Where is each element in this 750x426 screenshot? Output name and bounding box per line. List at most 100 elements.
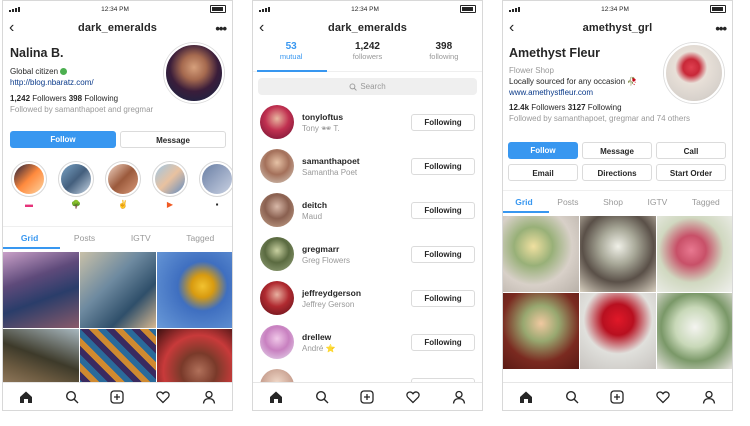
profile-icon[interactable] <box>702 390 716 404</box>
list-item[interactable]: deitch Maud Following <box>253 188 482 232</box>
followers-label[interactable]: Followers <box>32 94 66 103</box>
following-button[interactable]: Following <box>411 201 475 219</box>
highlight-item[interactable]: ▪ <box>195 161 232 210</box>
more-options-icon[interactable]: ••• <box>215 21 227 36</box>
display-name: Maud <box>302 211 323 221</box>
following-button[interactable]: Following <box>411 245 475 263</box>
home-icon[interactable] <box>519 390 533 404</box>
tab-igtv[interactable]: IGTV <box>131 233 151 243</box>
highlight-item[interactable]: ✌ <box>101 161 145 210</box>
highlight-item[interactable]: 🌳 <box>54 161 98 210</box>
back-icon[interactable]: ‹ <box>9 20 21 36</box>
follow-button[interactable]: Follow <box>10 131 116 148</box>
following-label[interactable]: Following <box>84 94 118 103</box>
avatar[interactable] <box>260 193 294 227</box>
tab-shop[interactable]: Shop <box>603 197 623 207</box>
back-icon[interactable]: ‹ <box>259 20 271 36</box>
tab-mutual[interactable]: 53 mutual <box>256 41 326 71</box>
username[interactable]: deitch <box>302 200 411 210</box>
profile-avatar[interactable] <box>664 43 724 103</box>
list-item[interactable]: samanthapoet Samantha Poet Following <box>253 144 482 188</box>
followers-label[interactable]: Followers <box>531 103 565 112</box>
search-icon[interactable] <box>65 390 79 404</box>
grid-photo[interactable] <box>657 293 732 369</box>
start-order-button[interactable]: Start Order <box>656 164 726 181</box>
avatar[interactable] <box>260 237 294 271</box>
followed-by-text[interactable]: Followed by samanthapoet and gregmar <box>10 104 160 115</box>
search-icon[interactable] <box>315 390 329 404</box>
followers-count[interactable]: 1,242 <box>10 94 30 103</box>
top-bar: ‹ amethyst_grl ••• <box>503 17 732 39</box>
home-icon[interactable] <box>269 390 283 404</box>
list-item[interactable]: gregmarr Greg Flowers Following <box>253 232 482 276</box>
highlight-item[interactable]: ▬ <box>7 161 51 210</box>
tab-tagged[interactable]: Tagged <box>186 233 214 243</box>
grid-photo[interactable] <box>580 293 656 369</box>
tab-posts[interactable]: Posts <box>74 233 95 243</box>
grid-photo[interactable] <box>503 293 579 369</box>
profile-icon[interactable] <box>202 390 216 404</box>
following-count[interactable]: 398 <box>69 94 82 103</box>
profile-avatar[interactable] <box>164 43 224 103</box>
followed-by-text[interactable]: Followed by samanthapoet, gregmar and 74… <box>509 113 690 124</box>
username[interactable]: gregmarr <box>302 244 411 254</box>
following-count[interactable]: 3127 <box>568 103 586 112</box>
more-options-icon[interactable]: ••• <box>715 21 727 36</box>
following-button[interactable]: Following <box>411 333 475 351</box>
profile-link[interactable]: www.amethystfleur.com <box>509 87 669 98</box>
add-post-icon[interactable] <box>610 389 625 404</box>
list-item[interactable]: drellew André ⭐ Following <box>253 320 482 364</box>
username[interactable]: drellew <box>302 332 411 342</box>
heart-icon[interactable] <box>156 390 171 404</box>
tab-posts[interactable]: Posts <box>557 197 578 207</box>
grid-photo[interactable] <box>503 216 579 292</box>
search-bar[interactable]: Search <box>258 78 477 95</box>
tab-igtv[interactable]: IGTV <box>647 197 667 207</box>
username[interactable]: tonyloftus <box>302 112 411 122</box>
username[interactable]: samanthapoet <box>302 156 411 166</box>
follow-button[interactable]: Follow <box>508 142 578 159</box>
heart-icon[interactable] <box>656 390 671 404</box>
status-time: 12:34 PM <box>601 5 629 13</box>
following-label[interactable]: Following <box>588 103 622 112</box>
search-icon[interactable] <box>565 390 579 404</box>
tab-followers[interactable]: 1,242 followers <box>332 41 402 71</box>
tab-tagged[interactable]: Tagged <box>692 197 720 207</box>
list-item[interactable]: jeffreydgerson Jeffrey Gerson Following <box>253 276 482 320</box>
home-icon[interactable] <box>19 390 33 404</box>
tab-grid[interactable]: Grid <box>515 197 532 207</box>
username[interactable]: jeffreydgerson <box>302 288 411 298</box>
profile-name: Amethyst Fleur <box>509 46 600 60</box>
avatar[interactable] <box>260 105 294 139</box>
tab-grid[interactable]: Grid <box>21 233 38 243</box>
back-icon[interactable]: ‹ <box>509 20 521 36</box>
avatar[interactable] <box>260 149 294 183</box>
add-post-icon[interactable] <box>110 389 125 404</box>
heart-icon[interactable] <box>406 390 421 404</box>
profile-link[interactable]: http://blog.nbaratz.com/ <box>10 77 160 88</box>
grid-photo[interactable] <box>3 252 79 328</box>
message-button[interactable]: Message <box>120 131 226 148</box>
avatar[interactable] <box>260 325 294 359</box>
following-button[interactable]: Following <box>411 157 475 175</box>
followers-count[interactable]: 12.4k <box>509 103 529 112</box>
list-item[interactable]: tonyloftus Tony 🕶 T. Following <box>253 100 482 144</box>
email-button[interactable]: Email <box>508 164 578 181</box>
call-button[interactable]: Call <box>656 142 726 159</box>
following-button[interactable]: Following <box>411 113 475 131</box>
message-button[interactable]: Message <box>582 142 652 159</box>
profile-icon[interactable] <box>452 390 466 404</box>
tab-following[interactable]: 398 following <box>409 41 479 71</box>
avatar[interactable] <box>260 281 294 315</box>
profile-name: Nalina B. <box>10 46 64 60</box>
grid-photo[interactable] <box>580 216 656 292</box>
add-post-icon[interactable] <box>360 389 375 404</box>
following-button[interactable]: Following <box>411 289 475 307</box>
grid-photo[interactable] <box>80 252 156 328</box>
grid-photo[interactable] <box>657 216 732 292</box>
grid-photo[interactable] <box>157 252 232 328</box>
directions-button[interactable]: Directions <box>582 164 652 181</box>
connection-tabs: 53 mutual 1,242 followers 398 following <box>253 41 482 72</box>
highlight-item[interactable]: ▶ <box>148 161 192 210</box>
bottom-nav <box>3 382 232 410</box>
